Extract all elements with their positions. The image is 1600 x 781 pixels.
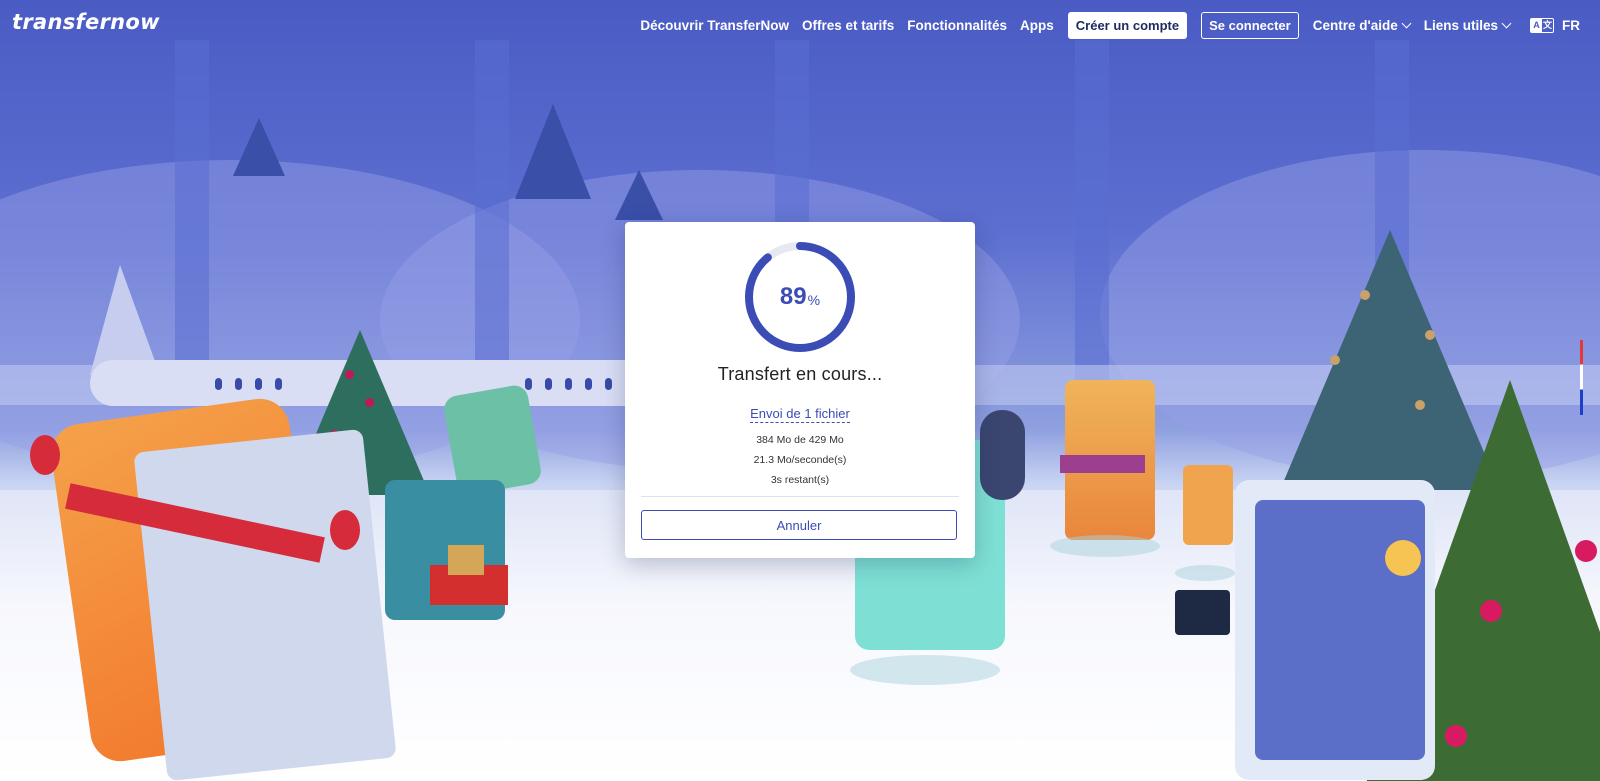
file-count-link-wrapper: Envoi de 1 fichier (625, 406, 975, 423)
transfernow-logo[interactable]: transfernow (12, 10, 160, 34)
useful-links-dropdown[interactable]: Liens utiles (1423, 17, 1512, 33)
top-navigation: transfernow Découvrir TransferNow Offres… (0, 0, 1600, 50)
nav-features-link[interactable]: Fonctionnalités (907, 18, 1007, 33)
percent-sign: % (807, 292, 821, 308)
nav-apps-link[interactable]: Apps (1020, 18, 1054, 33)
chevron-down-icon (1501, 18, 1512, 28)
help-center-label: Centre d'aide (1312, 17, 1398, 33)
time-remaining-text: 3s restant(s) (770, 474, 830, 486)
transfer-progress-dialog: 89% Transfert en cours... Envoi de 1 fic… (625, 222, 975, 558)
file-count-link[interactable]: Envoi de 1 fichier (750, 406, 850, 423)
useful-links-label: Liens utiles (1423, 17, 1498, 33)
dialog-divider (641, 496, 959, 497)
create-account-button[interactable]: Créer un compte (1067, 11, 1188, 39)
cancel-button[interactable]: Annuler (641, 510, 957, 540)
nav-discover-link[interactable]: Découvrir TransferNow (640, 18, 789, 33)
language-selector[interactable]: A文 FR (1530, 17, 1580, 33)
progress-value: 89 (779, 283, 807, 310)
language-code: FR (1562, 17, 1580, 33)
size-progress-text: 384 Mo de 429 Mo (756, 434, 844, 446)
translate-icon: A文 (1530, 17, 1554, 33)
main-nav: Découvrir TransferNow Offres et tarifs F… (640, 0, 1580, 50)
transfer-speed-text: 21.3 Mo/seconde(s) (753, 454, 847, 466)
chevron-down-icon (1401, 18, 1412, 28)
nav-pricing-link[interactable]: Offres et tarifs (802, 18, 894, 33)
progress-percentage: 89% (743, 240, 857, 354)
help-center-dropdown[interactable]: Centre d'aide (1312, 17, 1412, 33)
login-button[interactable]: Se connecter (1201, 11, 1299, 39)
page: transfernow Découvrir TransferNow Offres… (0, 0, 1600, 781)
transfer-status-title: Transfert en cours... (717, 364, 883, 384)
